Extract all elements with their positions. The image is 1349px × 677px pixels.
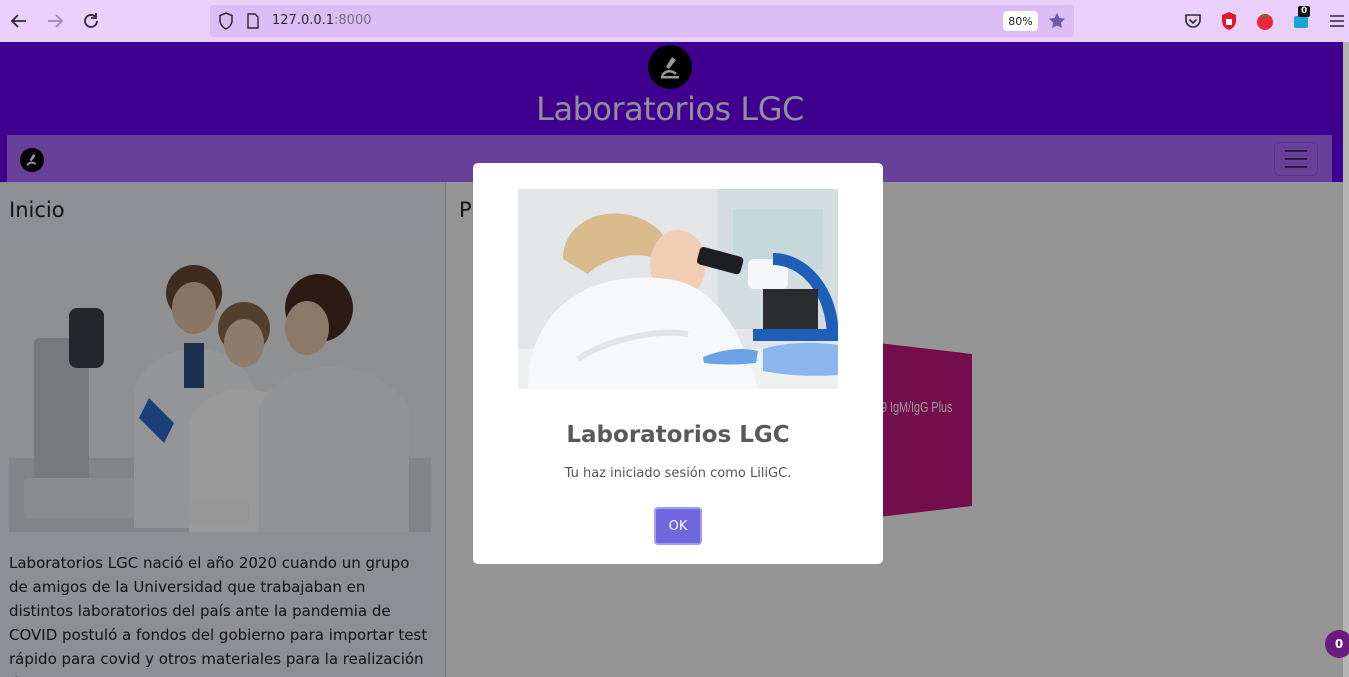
scientist-microscope-photo <box>518 189 838 389</box>
arrow-left-icon <box>10 14 26 28</box>
menu-icon[interactable] <box>1326 10 1348 32</box>
notification-count-badge[interactable]: 0 <box>1325 630 1349 658</box>
tomato-icon[interactable] <box>1254 10 1276 32</box>
address-bar[interactable]: 127.0.0.1:8000 80% <box>210 5 1074 37</box>
extension-badge: 0 <box>1298 6 1311 17</box>
ok-button[interactable]: OK <box>654 507 702 545</box>
browser-toolbar: 127.0.0.1:8000 80% 0 <box>0 0 1349 42</box>
login-success-modal: Laboratorios LGC Tu haz iniciado sesión … <box>473 163 883 564</box>
forward-button[interactable] <box>43 9 67 33</box>
arrow-right-icon <box>48 14 64 28</box>
url-text: 127.0.0.1:8000 <box>272 13 372 28</box>
modal-title: Laboratorios LGC <box>566 422 790 448</box>
reload-button[interactable] <box>79 9 103 33</box>
pocket-icon[interactable] <box>1182 10 1204 32</box>
modal-message: Tu haz iniciado sesión como LiliGC. <box>564 466 792 481</box>
extension-icon[interactable]: 0 <box>1290 6 1312 32</box>
page-icon <box>246 13 260 33</box>
scrollbar[interactable] <box>1343 42 1349 677</box>
reload-icon <box>84 13 98 28</box>
shield-icon[interactable] <box>218 12 234 34</box>
back-button[interactable] <box>7 9 31 33</box>
ublock-icon[interactable] <box>1218 10 1240 32</box>
star-icon[interactable] <box>1048 12 1066 34</box>
zoom-level[interactable]: 80% <box>1003 11 1038 31</box>
